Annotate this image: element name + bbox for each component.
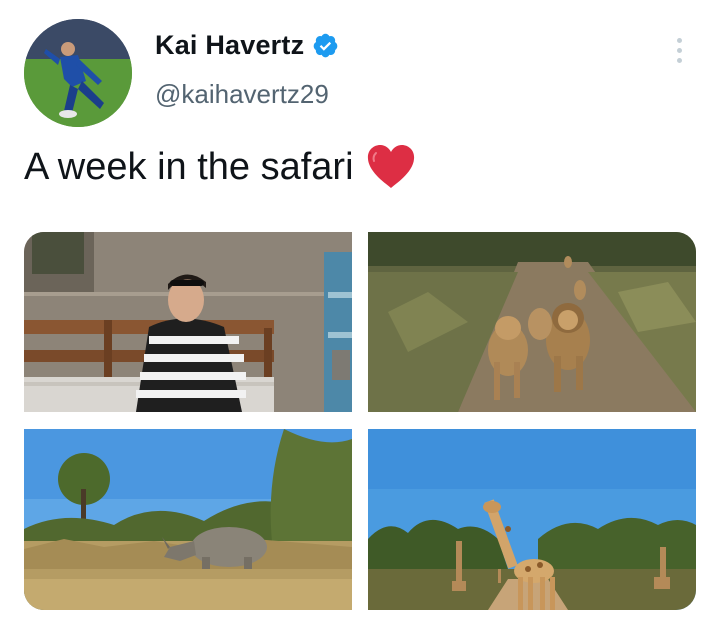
tweet-card: Kai Havertz @kaihavertz29 A week in the … [0, 0, 720, 630]
display-name[interactable]: Kai Havertz [155, 30, 304, 61]
photo-giraffes-on-road[interactable] [368, 429, 696, 610]
photo-rhino-in-grass[interactable] [24, 429, 352, 610]
more-dot [676, 47, 682, 53]
media-grid [24, 232, 696, 610]
user-handle[interactable]: @kaihavertz29 [155, 79, 329, 110]
verified-badge-icon [312, 32, 339, 59]
tweet-text: A week in the safari [24, 145, 354, 188]
tweet-text-row: A week in the safari [24, 144, 416, 190]
more-dot [676, 57, 682, 63]
more-dot [676, 37, 682, 43]
author-name-row: Kai Havertz [155, 30, 339, 61]
more-vertical-icon[interactable] [664, 30, 694, 70]
red-heart-icon [366, 144, 416, 190]
photo-lions-on-road[interactable] [368, 232, 696, 412]
photo-man-on-bench[interactable] [24, 232, 352, 412]
avatar[interactable] [24, 19, 132, 127]
